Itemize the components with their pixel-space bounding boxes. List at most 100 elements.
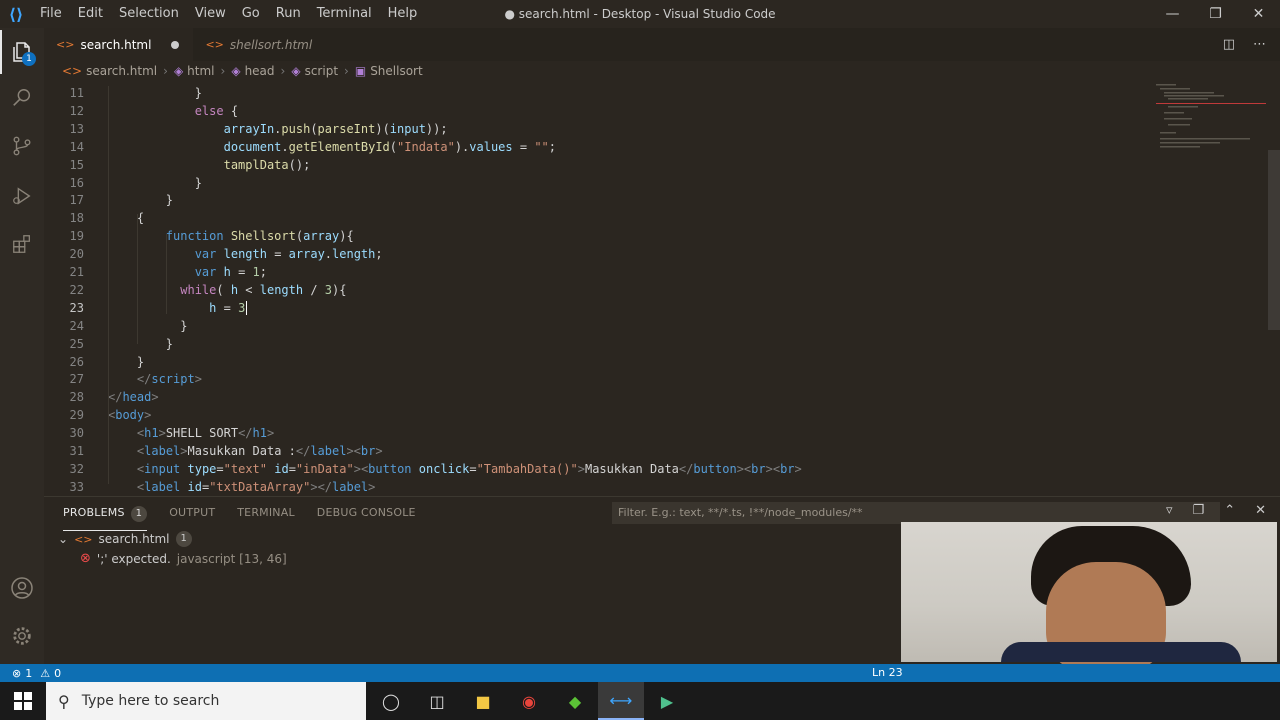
sublime-app-icon[interactable]: ▶ xyxy=(644,682,690,720)
code-line[interactable]: 18 { xyxy=(44,209,1154,227)
code-line[interactable]: 16 } xyxy=(44,174,1154,192)
code-line[interactable]: 22 while( h < length / 3){ xyxy=(44,281,1154,299)
code-text: <body> xyxy=(108,406,151,424)
minimap[interactable] xyxy=(1156,84,1266,154)
code-token: length xyxy=(332,247,376,262)
tab-shellsort-html[interactable]: <> shellsort.html xyxy=(193,28,326,61)
code-line[interactable]: 32 <input type="text" id="inData"><butto… xyxy=(44,460,1154,478)
code-token: >< xyxy=(346,444,361,458)
android-studio-icon[interactable]: ◆ xyxy=(552,682,598,720)
minimize-icon[interactable]: — xyxy=(1151,0,1194,28)
code-line[interactable]: 15 tamplData(); xyxy=(44,156,1154,174)
vscode-taskbar-icon[interactable]: ⟷ xyxy=(598,682,644,720)
breadcrumb-item[interactable]: head xyxy=(245,64,275,78)
tab-search-html[interactable]: <> search.html xyxy=(44,28,194,61)
code-token: </ xyxy=(678,461,694,476)
search-icon[interactable] xyxy=(0,76,44,120)
windows-start-icon[interactable] xyxy=(0,682,46,720)
breadcrumb-item[interactable]: html xyxy=(187,64,214,78)
code-token: 1 xyxy=(252,265,260,279)
code-line[interactable]: 27 </script> xyxy=(44,370,1154,388)
tab-debug-console[interactable]: DEBUG CONSOLE xyxy=(317,505,416,531)
tab-label: shellsort.html xyxy=(229,37,313,52)
menu-item-terminal[interactable]: Terminal xyxy=(309,0,380,28)
close-panel-icon[interactable]: ✕ xyxy=(1255,503,1266,518)
menu-item-file[interactable]: File xyxy=(32,0,70,28)
menu-item-help[interactable]: Help xyxy=(380,0,426,28)
status-bar: ⊗ 1 ⚠ 0 Ln 23 xyxy=(0,664,1280,682)
cortana-icon[interactable]: ◯ xyxy=(368,682,414,720)
status-problems[interactable]: ⊗ 1 ⚠ 0 xyxy=(0,667,61,680)
code-text: arrayIn.push(parseInt)(input)); xyxy=(108,120,448,138)
code-line[interactable]: 26 } xyxy=(44,353,1154,371)
code-line[interactable]: 31 <label>Masukkan Data :</label><br> xyxy=(44,442,1154,460)
code-line[interactable]: 19 function Shellsort(array){ xyxy=(44,227,1154,245)
tab-problems[interactable]: PROBLEMS 1 xyxy=(63,505,148,531)
code-token: > xyxy=(266,426,275,441)
code-line[interactable]: 29 <body> xyxy=(44,406,1154,424)
source-control-icon[interactable] xyxy=(0,124,44,168)
code-line[interactable]: 25 } xyxy=(44,335,1154,353)
task-view-icon[interactable]: ◫ xyxy=(414,682,460,720)
file-explorer-icon[interactable]: ■ xyxy=(460,682,506,720)
code-line[interactable]: 24 } xyxy=(44,317,1154,335)
editor-scrollbar[interactable] xyxy=(1268,150,1280,330)
code-token: > xyxy=(577,461,585,476)
code-token: = xyxy=(216,461,224,476)
code-token: SHELL SORT xyxy=(165,426,239,441)
account-icon[interactable] xyxy=(0,566,44,610)
maximize-panel-icon[interactable]: ⌃ xyxy=(1224,503,1235,518)
code-editor[interactable]: 11 } 12 else {13 arrayIn.push(parseInt)(i… xyxy=(44,84,1280,494)
taskbar-search-box[interactable]: ⚲ Type here to search xyxy=(46,682,366,720)
code-token: label xyxy=(144,444,181,458)
code-token: >< xyxy=(736,461,752,476)
code-line[interactable]: 33 <label id="txtDataArray"></label> xyxy=(44,478,1154,496)
code-line[interactable]: 28 </head> xyxy=(44,388,1154,406)
close-icon[interactable]: ✕ xyxy=(1237,0,1280,28)
unsaved-dot-icon[interactable] xyxy=(171,40,180,49)
editor-tabs: <> search.html <> shellsort.html xyxy=(44,28,1280,61)
code-token: 3 xyxy=(238,300,246,315)
code-line[interactable]: 21 var h = 1; xyxy=(44,263,1154,281)
restore-icon[interactable]: ❐ xyxy=(1194,0,1237,28)
code-line[interactable]: 11 } xyxy=(44,84,1154,102)
tab-label: search.html xyxy=(80,37,152,52)
code-line[interactable]: 20 var length = array.length; xyxy=(44,245,1154,263)
problem-file-row[interactable]: ⌄ <> search.html 1 xyxy=(58,531,192,547)
tab-output[interactable]: OUTPUT xyxy=(169,505,215,531)
problems-filter-input[interactable]: Filter. E.g.: text, **/*.ts, !**/node_mo… xyxy=(612,502,1220,524)
extensions-icon[interactable] xyxy=(0,222,44,266)
run-debug-icon[interactable] xyxy=(0,174,44,218)
breadcrumb-item[interactable]: script xyxy=(305,64,338,78)
more-actions-icon[interactable]: ⋯ xyxy=(1253,37,1266,52)
problem-source: javascript [13, 46] xyxy=(176,551,287,566)
element-icon: ◈ xyxy=(173,64,184,78)
split-editor-icon[interactable]: ◫ xyxy=(1223,37,1235,52)
files-icon[interactable]: 1 xyxy=(0,30,44,74)
code-text: document.getElementById("Indata").values… xyxy=(108,138,556,156)
code-line[interactable]: 17 } xyxy=(44,191,1154,209)
problem-item[interactable]: ⊗ ';' expected. javascript [13, 46] xyxy=(80,551,287,566)
code-line[interactable]: 12 else { xyxy=(44,102,1154,120)
screen-recorder-icon[interactable]: ◉ xyxy=(506,682,552,720)
menu-item-go[interactable]: Go xyxy=(234,0,268,28)
breadcrumb-item[interactable]: Shellsort xyxy=(370,64,423,78)
settings-gear-icon[interactable] xyxy=(0,614,44,658)
chevron-right-icon: › xyxy=(220,64,226,78)
menu-item-view[interactable]: View xyxy=(187,0,234,28)
code-line[interactable]: 14 document.getElementById("Indata").val… xyxy=(44,138,1154,156)
breadcrumb-item[interactable]: search.html xyxy=(86,64,157,78)
code-token: . xyxy=(281,139,289,154)
code-line[interactable]: 30 <h1>SHELL SORT</h1> xyxy=(44,424,1154,442)
menu-item-run[interactable]: Run xyxy=(268,0,309,28)
code-line[interactable]: 13 arrayIn.push(parseInt)(input)); xyxy=(44,120,1154,138)
menu-item-selection[interactable]: Selection xyxy=(111,0,187,28)
collapse-all-icon[interactable]: ❐ xyxy=(1193,503,1205,518)
cursor-position[interactable]: Ln 23 xyxy=(872,664,903,682)
code-line[interactable]: 23 h = 3 xyxy=(44,299,1154,317)
tab-terminal[interactable]: TERMINAL xyxy=(237,505,295,531)
filter-icon[interactable]: ▿ xyxy=(1166,503,1173,518)
menu-item-edit[interactable]: Edit xyxy=(70,0,111,28)
